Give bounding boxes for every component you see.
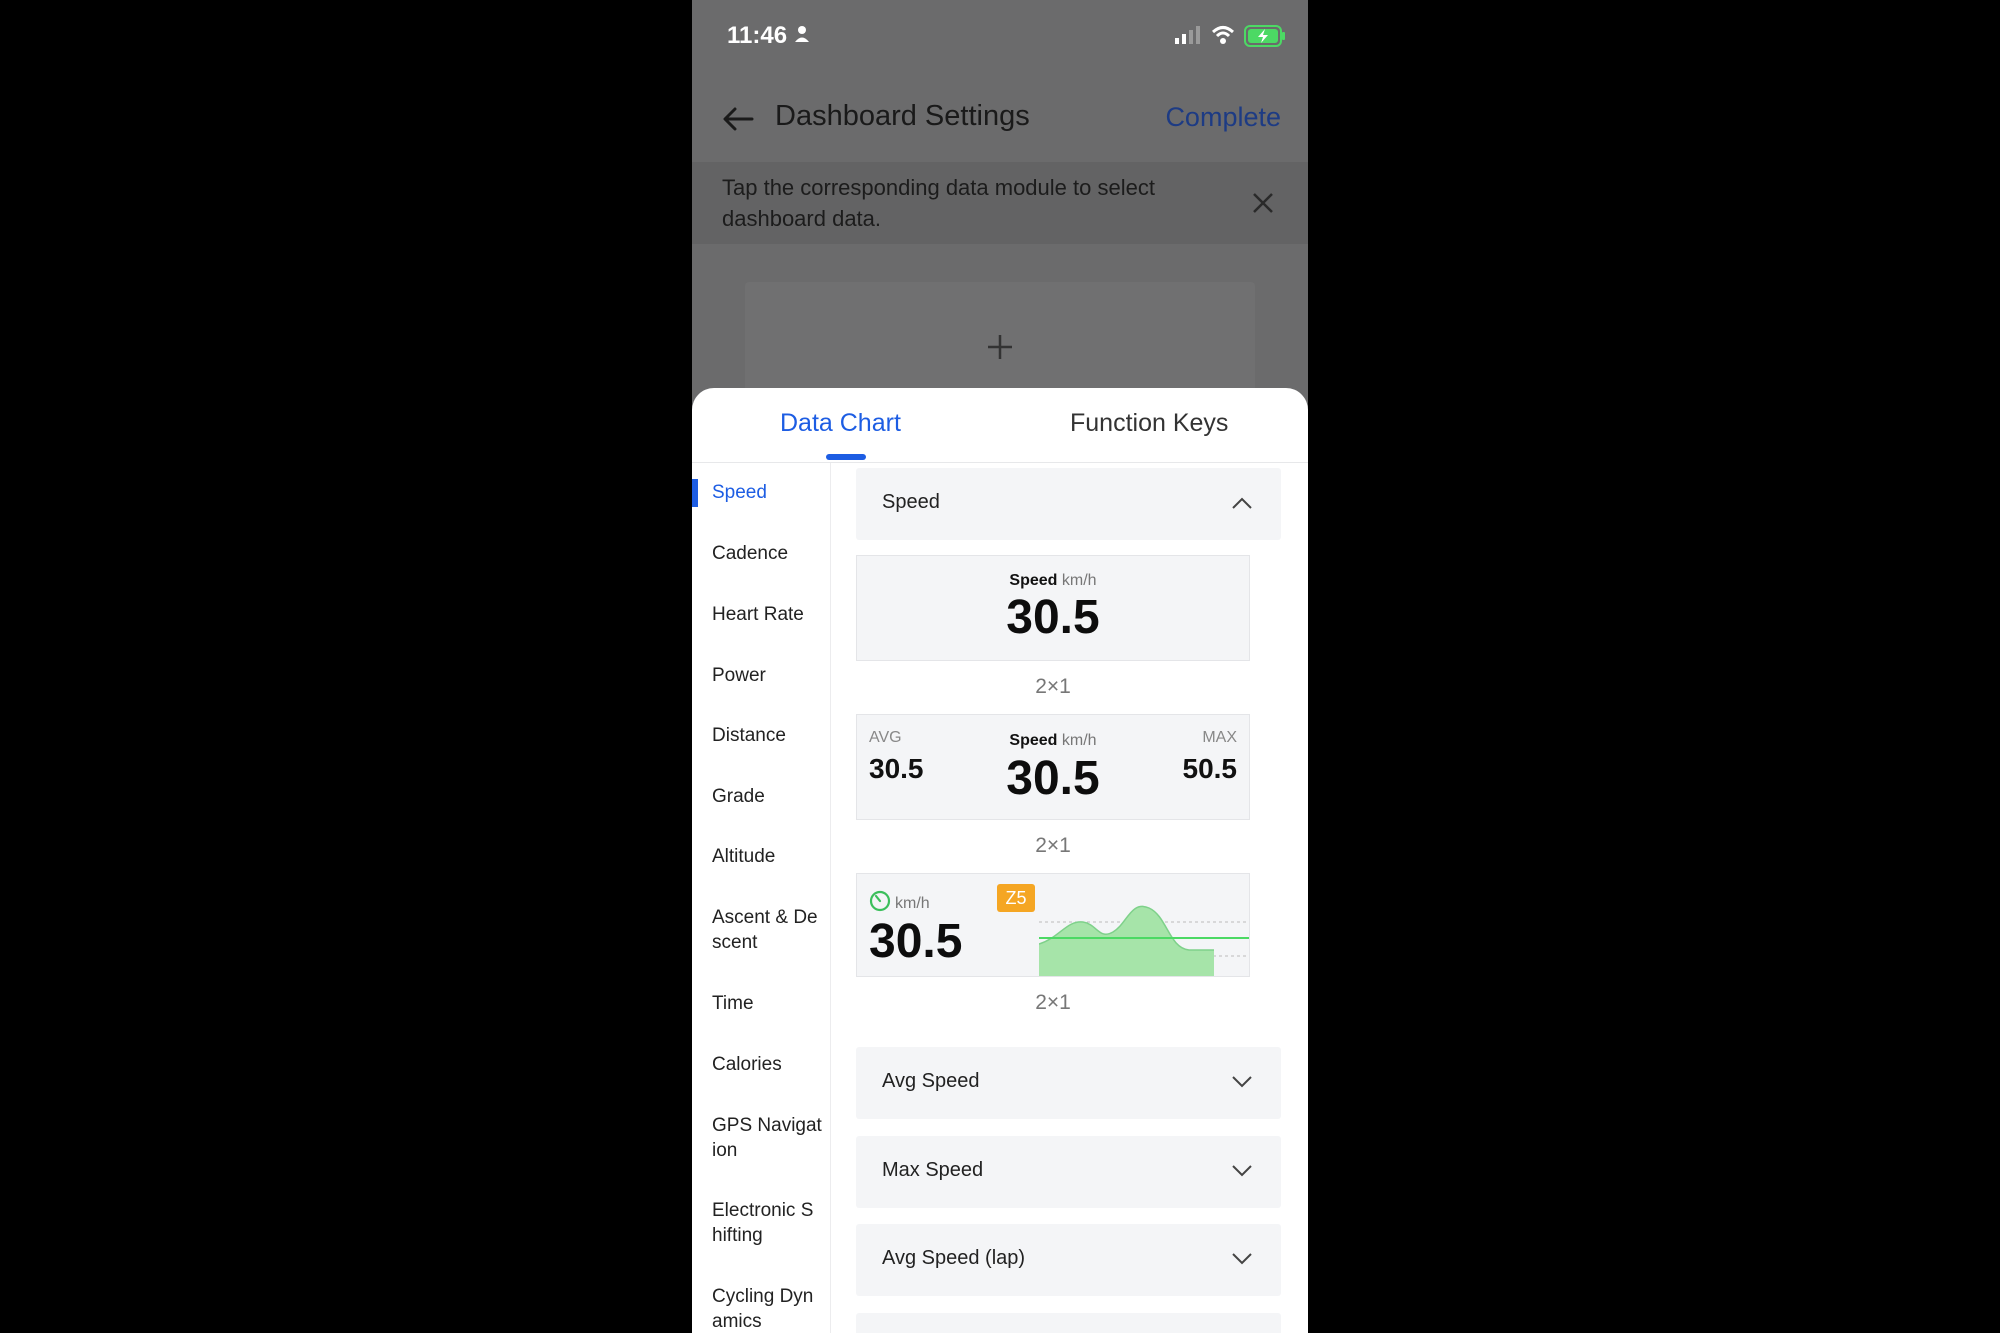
person-icon	[795, 26, 809, 42]
signal-icon	[1175, 26, 1200, 44]
battery-charging-icon	[1244, 25, 1285, 47]
section-next-header[interactable]	[856, 1313, 1281, 1333]
section-label: Avg Speed (lap)	[882, 1247, 1026, 1269]
sidebar-item-gps-navigation[interactable]: GPS Navigat ion	[712, 1113, 830, 1163]
sidebar-item-time[interactable]: Time	[712, 991, 830, 1016]
chevron-up-icon	[1232, 497, 1252, 509]
sidebar-item-cadence[interactable]: Cadence	[712, 541, 830, 566]
back-arrow-icon[interactable]	[722, 106, 754, 132]
sidebar-item-grade[interactable]: Grade	[712, 784, 830, 809]
sidebar-item-ascent-descent[interactable]: Ascent & De scent	[712, 905, 830, 955]
speed-module-chart[interactable]: km/h 30.5 Z5	[856, 873, 1250, 977]
module-value: 30.5	[869, 915, 963, 968]
module-size-label: 2×1	[1035, 675, 1071, 698]
sidebar-item-electronic-shifting[interactable]: Electronic S hifting	[712, 1198, 830, 1248]
module-name: Speed	[1009, 732, 1058, 749]
tip-banner: Tap the corresponding data module to sel…	[692, 162, 1308, 244]
tab-data-chart[interactable]: Data Chart	[780, 409, 901, 438]
sidebar-item-speed[interactable]: Speed	[712, 480, 830, 505]
sidebar-item-heart-rate[interactable]: Heart Rate	[712, 602, 830, 627]
chevron-down-icon	[1232, 1076, 1252, 1088]
section-label: Speed	[882, 491, 940, 513]
close-icon[interactable]	[1252, 192, 1274, 214]
speed-module-basic[interactable]: Speed km/h 30.5	[856, 555, 1250, 661]
module-value: 30.5	[1006, 591, 1100, 644]
section-max-speed-header[interactable]: Max Speed	[856, 1136, 1281, 1208]
tab-indicator	[826, 454, 866, 460]
section-avg-speed-lap-header[interactable]: Avg Speed (lap)	[856, 1224, 1281, 1296]
data-picker-sheet: Data Chart Function Keys Speed Cadence H…	[692, 388, 1308, 1333]
status-bar: 11:46	[692, 0, 1308, 70]
tip-text: Tap the corresponding data module to sel…	[722, 175, 1155, 231]
nav-header: Dashboard Settings Complete	[692, 70, 1308, 162]
speed-trend-chart	[1039, 905, 1249, 976]
section-label: Max Speed	[882, 1159, 984, 1181]
module-size-label: 2×1	[1035, 834, 1071, 857]
plus-icon	[988, 335, 1012, 359]
module-unit: km/h	[1061, 572, 1097, 589]
sidebar-active-indicator	[692, 479, 698, 507]
sidebar-item-calories[interactable]: Calories	[712, 1052, 830, 1077]
speed-module-avg-max[interactable]: AVG 30.5 Speed km/h 30.5 MAX 50.5	[856, 714, 1250, 820]
zone-badge: Z5	[997, 884, 1035, 912]
data-module-list: Speed Speed km/h 30.5 2×1 AVG 30.5 Speed	[831, 463, 1308, 1333]
max-value: 50.5	[1182, 753, 1238, 784]
section-avg-speed-header[interactable]: Avg Speed	[856, 1047, 1281, 1119]
section-speed-header[interactable]: Speed	[856, 468, 1281, 540]
max-label: MAX	[1202, 729, 1237, 746]
module-unit: km/h	[895, 895, 930, 912]
phone-screen: 11:46 Dashboard Settings Complete Tap th…	[692, 0, 1308, 1333]
sidebar-item-cycling-dynamics[interactable]: Cycling Dyn amics	[712, 1284, 830, 1333]
complete-button[interactable]: Complete	[1165, 102, 1281, 133]
chevron-down-icon	[1232, 1253, 1252, 1265]
section-label: Avg Speed	[882, 1070, 980, 1092]
module-name: Speed	[1009, 572, 1058, 589]
chevron-down-icon	[1232, 1165, 1252, 1177]
page-title: Dashboard Settings	[775, 100, 1030, 132]
module-unit: km/h	[1061, 732, 1097, 749]
module-size-label: 2×1	[1035, 991, 1071, 1014]
sidebar-item-distance[interactable]: Distance	[712, 723, 830, 748]
tab-function-keys[interactable]: Function Keys	[1070, 409, 1228, 438]
sidebar-item-power[interactable]: Power	[712, 663, 830, 688]
wifi-icon	[1211, 26, 1235, 44]
sidebar-item-altitude[interactable]: Altitude	[712, 844, 830, 869]
status-time: 11:46	[727, 22, 788, 49]
speedometer-icon	[869, 890, 891, 912]
tab-bar: Data Chart Function Keys	[692, 388, 1308, 463]
category-sidebar: Speed Cadence Heart Rate Power Distance …	[692, 463, 831, 1333]
